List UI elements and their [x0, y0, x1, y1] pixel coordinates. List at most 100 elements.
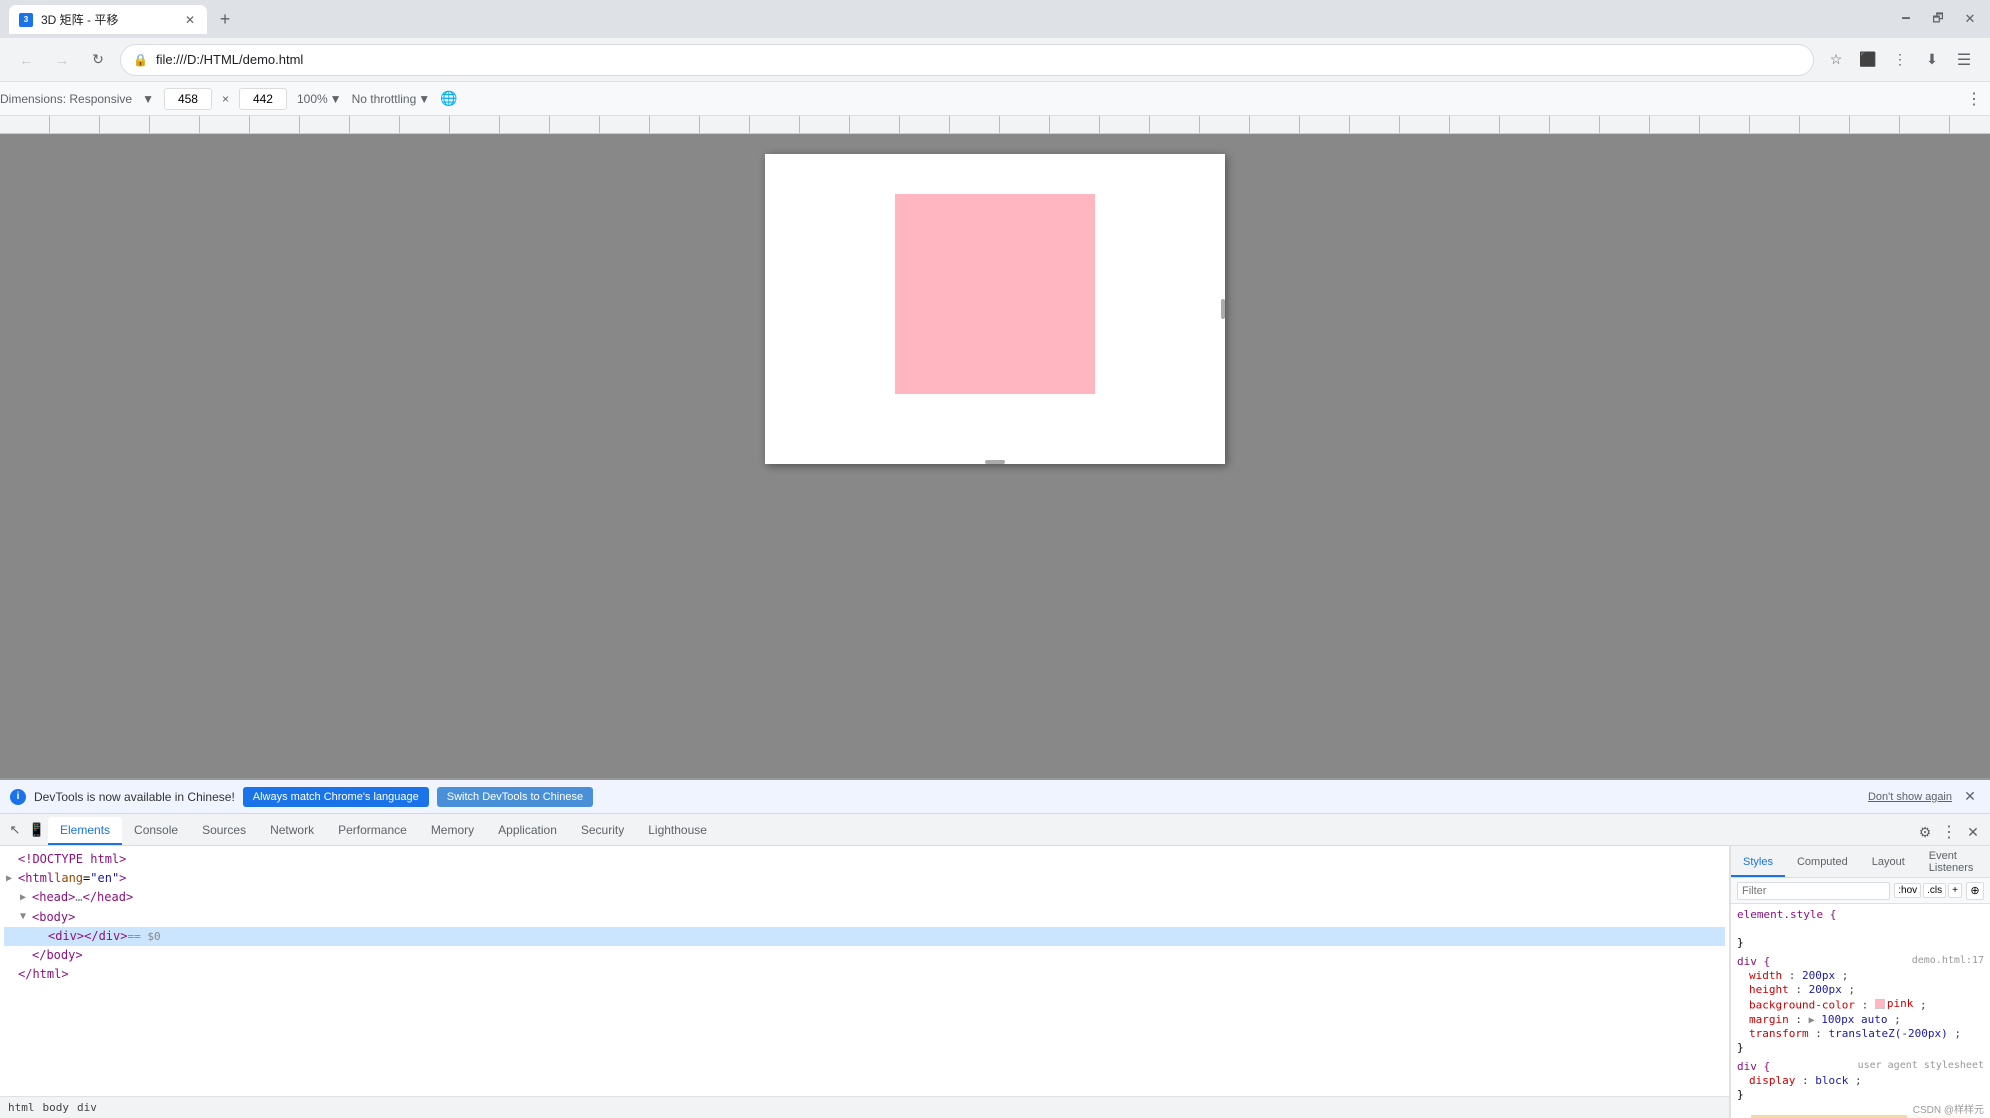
tab-lighthouse[interactable]: Lighthouse	[636, 817, 719, 845]
page-resize-handle-bottom[interactable]	[985, 460, 1005, 464]
styles-tab-computed[interactable]: Computed	[1785, 849, 1860, 877]
dimensions-dropdown-icon[interactable]: ▼	[142, 92, 154, 106]
html-line-body-close[interactable]: </body>	[4, 946, 1725, 965]
html-line-body[interactable]: ▼ <body>	[4, 908, 1725, 927]
tab-application[interactable]: Application	[486, 817, 569, 845]
styles-filter-input[interactable]	[1737, 882, 1890, 900]
window-restore-button[interactable]: 🗗	[1926, 7, 1950, 31]
window-close-button[interactable]: ✕	[1958, 7, 1982, 31]
styles-tab-layout[interactable]: Layout	[1860, 849, 1917, 877]
demo-pink-div	[895, 194, 1095, 394]
tab-performance[interactable]: Performance	[326, 817, 419, 845]
dimensions-label: Dimensions: Responsive	[0, 92, 132, 106]
forward-button[interactable]: →	[48, 46, 76, 74]
network-info-icon[interactable]: 🌐	[440, 90, 457, 107]
back-button[interactable]: ←	[12, 46, 40, 74]
css-prop-margin: margin : ▶ 100px auto ;	[1749, 1013, 1984, 1026]
bookmark-button[interactable]: ☆	[1822, 46, 1850, 74]
html-tree-panel: <!DOCTYPE html> ▶ <html lang = "en" >	[0, 846, 1730, 1118]
menu-button[interactable]: ☰	[1950, 46, 1978, 74]
html-line-html-close[interactable]: </html>	[4, 965, 1725, 984]
height-input[interactable]	[239, 88, 287, 110]
styles-tab-styles[interactable]: Styles	[1731, 849, 1785, 877]
throttle-select[interactable]: No throttling ▼	[352, 92, 431, 106]
resize-bar-bottom[interactable]	[985, 460, 1005, 464]
devtools-tabs-bar: ↖ 📱 Elements Console Sources Network	[0, 814, 1990, 846]
tab-favicon: 3	[19, 13, 33, 27]
browser-window: 3 3D 矩阵 - 平移 ✕ + 🗕 🗗 ✕ ← → ↻ 🔒 file:///D…	[0, 0, 1990, 1118]
css-prop-width: width : 200px ;	[1749, 969, 1984, 982]
main-content: i DevTools is now available in Chinese! …	[0, 134, 1990, 1118]
tab-elements[interactable]: Elements	[48, 817, 122, 845]
html-line-div[interactable]: <div></div> == $0	[4, 927, 1725, 946]
box-model-section: margin 100 - 121 121 border -	[1737, 1107, 1984, 1118]
more-options-button[interactable]: ⋮	[1966, 89, 1990, 109]
url-input[interactable]: 🔒 file:///D:/HTML/demo.html	[120, 44, 1814, 76]
class-filter-button[interactable]: .cls	[1923, 883, 1946, 898]
device-toggle-button[interactable]: 📱	[26, 817, 48, 843]
breadcrumbs-bar: html body div	[0, 1096, 1729, 1118]
dimensions-x: ×	[222, 92, 229, 106]
devtools-panel: i DevTools is now available in Chinese! …	[0, 778, 1990, 1118]
css-ua-source: user agent stylesheet	[1858, 1060, 1984, 1073]
css-prop-background-color: background-color : pink ;	[1749, 997, 1984, 1012]
html-tree-content: <!DOCTYPE html> ▶ <html lang = "en" >	[0, 846, 1729, 1096]
css-prop-height: height : 200px ;	[1749, 983, 1984, 996]
styles-tab-event-listeners[interactable]: Event Listeners	[1917, 849, 1986, 877]
viewport-area	[0, 134, 1990, 778]
title-bar: 3 3D 矩阵 - 平移 ✕ + 🗕 🗗 ✕	[0, 0, 1990, 38]
active-tab[interactable]: 3 3D 矩阵 - 平移 ✕	[8, 4, 208, 34]
window-minimize-button[interactable]: 🗕	[1894, 7, 1918, 31]
box-model-diagram: margin 100 - 121 121 border -	[1751, 1115, 1971, 1118]
tab-close-button[interactable]: ✕	[183, 13, 197, 27]
match-language-button[interactable]: Always match Chrome's language	[243, 787, 429, 807]
breadcrumb-html[interactable]: html	[8, 1101, 35, 1114]
styles-tab-more[interactable]: >>	[1985, 849, 1990, 877]
browser-actions: ☆ ⬛ ⋮ ⬇ ☰	[1822, 46, 1978, 74]
more-tools-button[interactable]: ⋮	[1886, 46, 1914, 74]
styles-sub-tabs: Styles Computed Layout Event Listeners >…	[1731, 846, 1990, 878]
zoom-select[interactable]: 100% ▼	[297, 92, 342, 106]
tab-memory[interactable]: Memory	[419, 817, 486, 845]
window-controls: 🗕 🗗 ✕	[1894, 7, 1982, 31]
new-style-rule-button[interactable]: ⊕	[1966, 882, 1984, 900]
styles-content: element.style { }	[1731, 904, 1990, 1118]
devtools-tab-actions: ⚙ ⋮ ✕	[1908, 821, 1990, 843]
extensions-button[interactable]: ⬛	[1854, 46, 1882, 74]
switch-to-chinese-button[interactable]: Switch DevTools to Chinese	[437, 787, 593, 807]
new-tab-button[interactable]: +	[212, 6, 238, 32]
tab-network[interactable]: Network	[258, 817, 326, 845]
breadcrumb-body[interactable]: body	[43, 1101, 70, 1114]
styles-filter-actions: :hov .cls +	[1894, 883, 1962, 898]
pseudo-filter-button[interactable]: :hov	[1894, 883, 1921, 898]
resize-bar-right[interactable]	[1221, 299, 1225, 319]
css-source-link[interactable]: demo.html:17	[1912, 955, 1984, 968]
notification-message: DevTools is now available in Chinese!	[34, 790, 235, 804]
css-prop-display: display : block ;	[1749, 1074, 1984, 1087]
breadcrumb-div[interactable]: div	[77, 1101, 97, 1114]
color-swatch[interactable]	[1875, 999, 1885, 1009]
html-line-doctype[interactable]: <!DOCTYPE html>	[4, 850, 1725, 869]
tab-sources[interactable]: Sources	[190, 817, 258, 845]
devtools-more-button[interactable]: ⋮	[1938, 821, 1960, 843]
html-line-head[interactable]: ▶ <head> … </head>	[4, 888, 1725, 907]
page-resize-handle-right[interactable]	[1221, 299, 1225, 319]
css-prop-transform: transform : translateZ(-200px) ;	[1749, 1027, 1984, 1040]
downloads-button[interactable]: ⬇	[1918, 46, 1946, 74]
devtools-close-button[interactable]: ✕	[1962, 821, 1984, 843]
url-text: file:///D:/HTML/demo.html	[156, 52, 1801, 67]
tab-security[interactable]: Security	[569, 817, 636, 845]
notification-close-button[interactable]: ✕	[1960, 787, 1980, 807]
tab-console[interactable]: Console	[122, 817, 190, 845]
devtools-settings-button[interactable]: ⚙	[1914, 821, 1936, 843]
bm-margin-zone: margin 100 - 121 121	[1751, 1115, 1971, 1118]
css-rule-ua: div { user agent stylesheet display : bl…	[1737, 1060, 1984, 1101]
styles-filter-bar: :hov .cls + ⊕	[1731, 878, 1990, 904]
dont-show-again-button[interactable]: Don't show again	[1868, 791, 1952, 803]
html-line-html[interactable]: ▶ <html lang = "en" >	[4, 869, 1725, 888]
width-input[interactable]	[164, 88, 212, 110]
add-style-button[interactable]: +	[1948, 883, 1962, 898]
reload-button[interactable]: ↻	[84, 46, 112, 74]
inspector-icon-button[interactable]: ↖	[4, 817, 26, 843]
css-rule-element-style: element.style { }	[1737, 908, 1984, 949]
